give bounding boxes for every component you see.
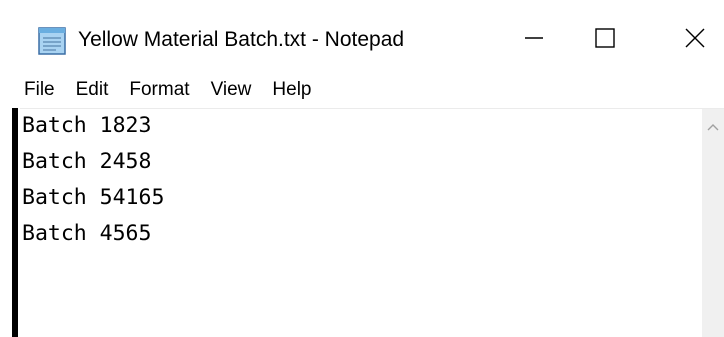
vertical-scrollbar[interactable] <box>702 109 724 337</box>
maximize-icon <box>594 27 616 54</box>
editor-line: Batch 54165 <box>22 185 165 210</box>
window-title: Yellow Material Batch.txt - Notepad <box>78 28 405 51</box>
maximize-button[interactable] <box>576 20 634 60</box>
menu-bar: File Edit Format View Help <box>20 76 324 104</box>
editor-line: Batch 2458 <box>22 149 152 174</box>
scroll-up-button[interactable] <box>702 117 724 137</box>
text-editor[interactable]: Batch 1823 Batch 2458 Batch 54165 Batch … <box>18 109 702 337</box>
editor-line: Batch 1823 <box>22 113 152 138</box>
window-edge <box>0 0 8 337</box>
notepad-window: Yellow Material Batch.txt - Notepad File… <box>0 0 724 337</box>
menu-help[interactable]: Help <box>264 79 324 101</box>
close-button[interactable] <box>666 20 724 60</box>
notepad-icon <box>36 26 68 56</box>
menu-edit[interactable]: Edit <box>68 79 122 101</box>
chevron-up-icon <box>707 118 719 136</box>
menu-file[interactable]: File <box>20 79 68 101</box>
editor-line: Batch 4565 <box>22 221 152 246</box>
minimize-button[interactable] <box>505 20 563 60</box>
title-bar[interactable]: Yellow Material Batch.txt - Notepad <box>8 0 724 70</box>
close-icon <box>684 27 706 54</box>
menu-format[interactable]: Format <box>121 79 202 101</box>
minimize-icon <box>524 28 544 53</box>
menu-view[interactable]: View <box>203 79 265 101</box>
